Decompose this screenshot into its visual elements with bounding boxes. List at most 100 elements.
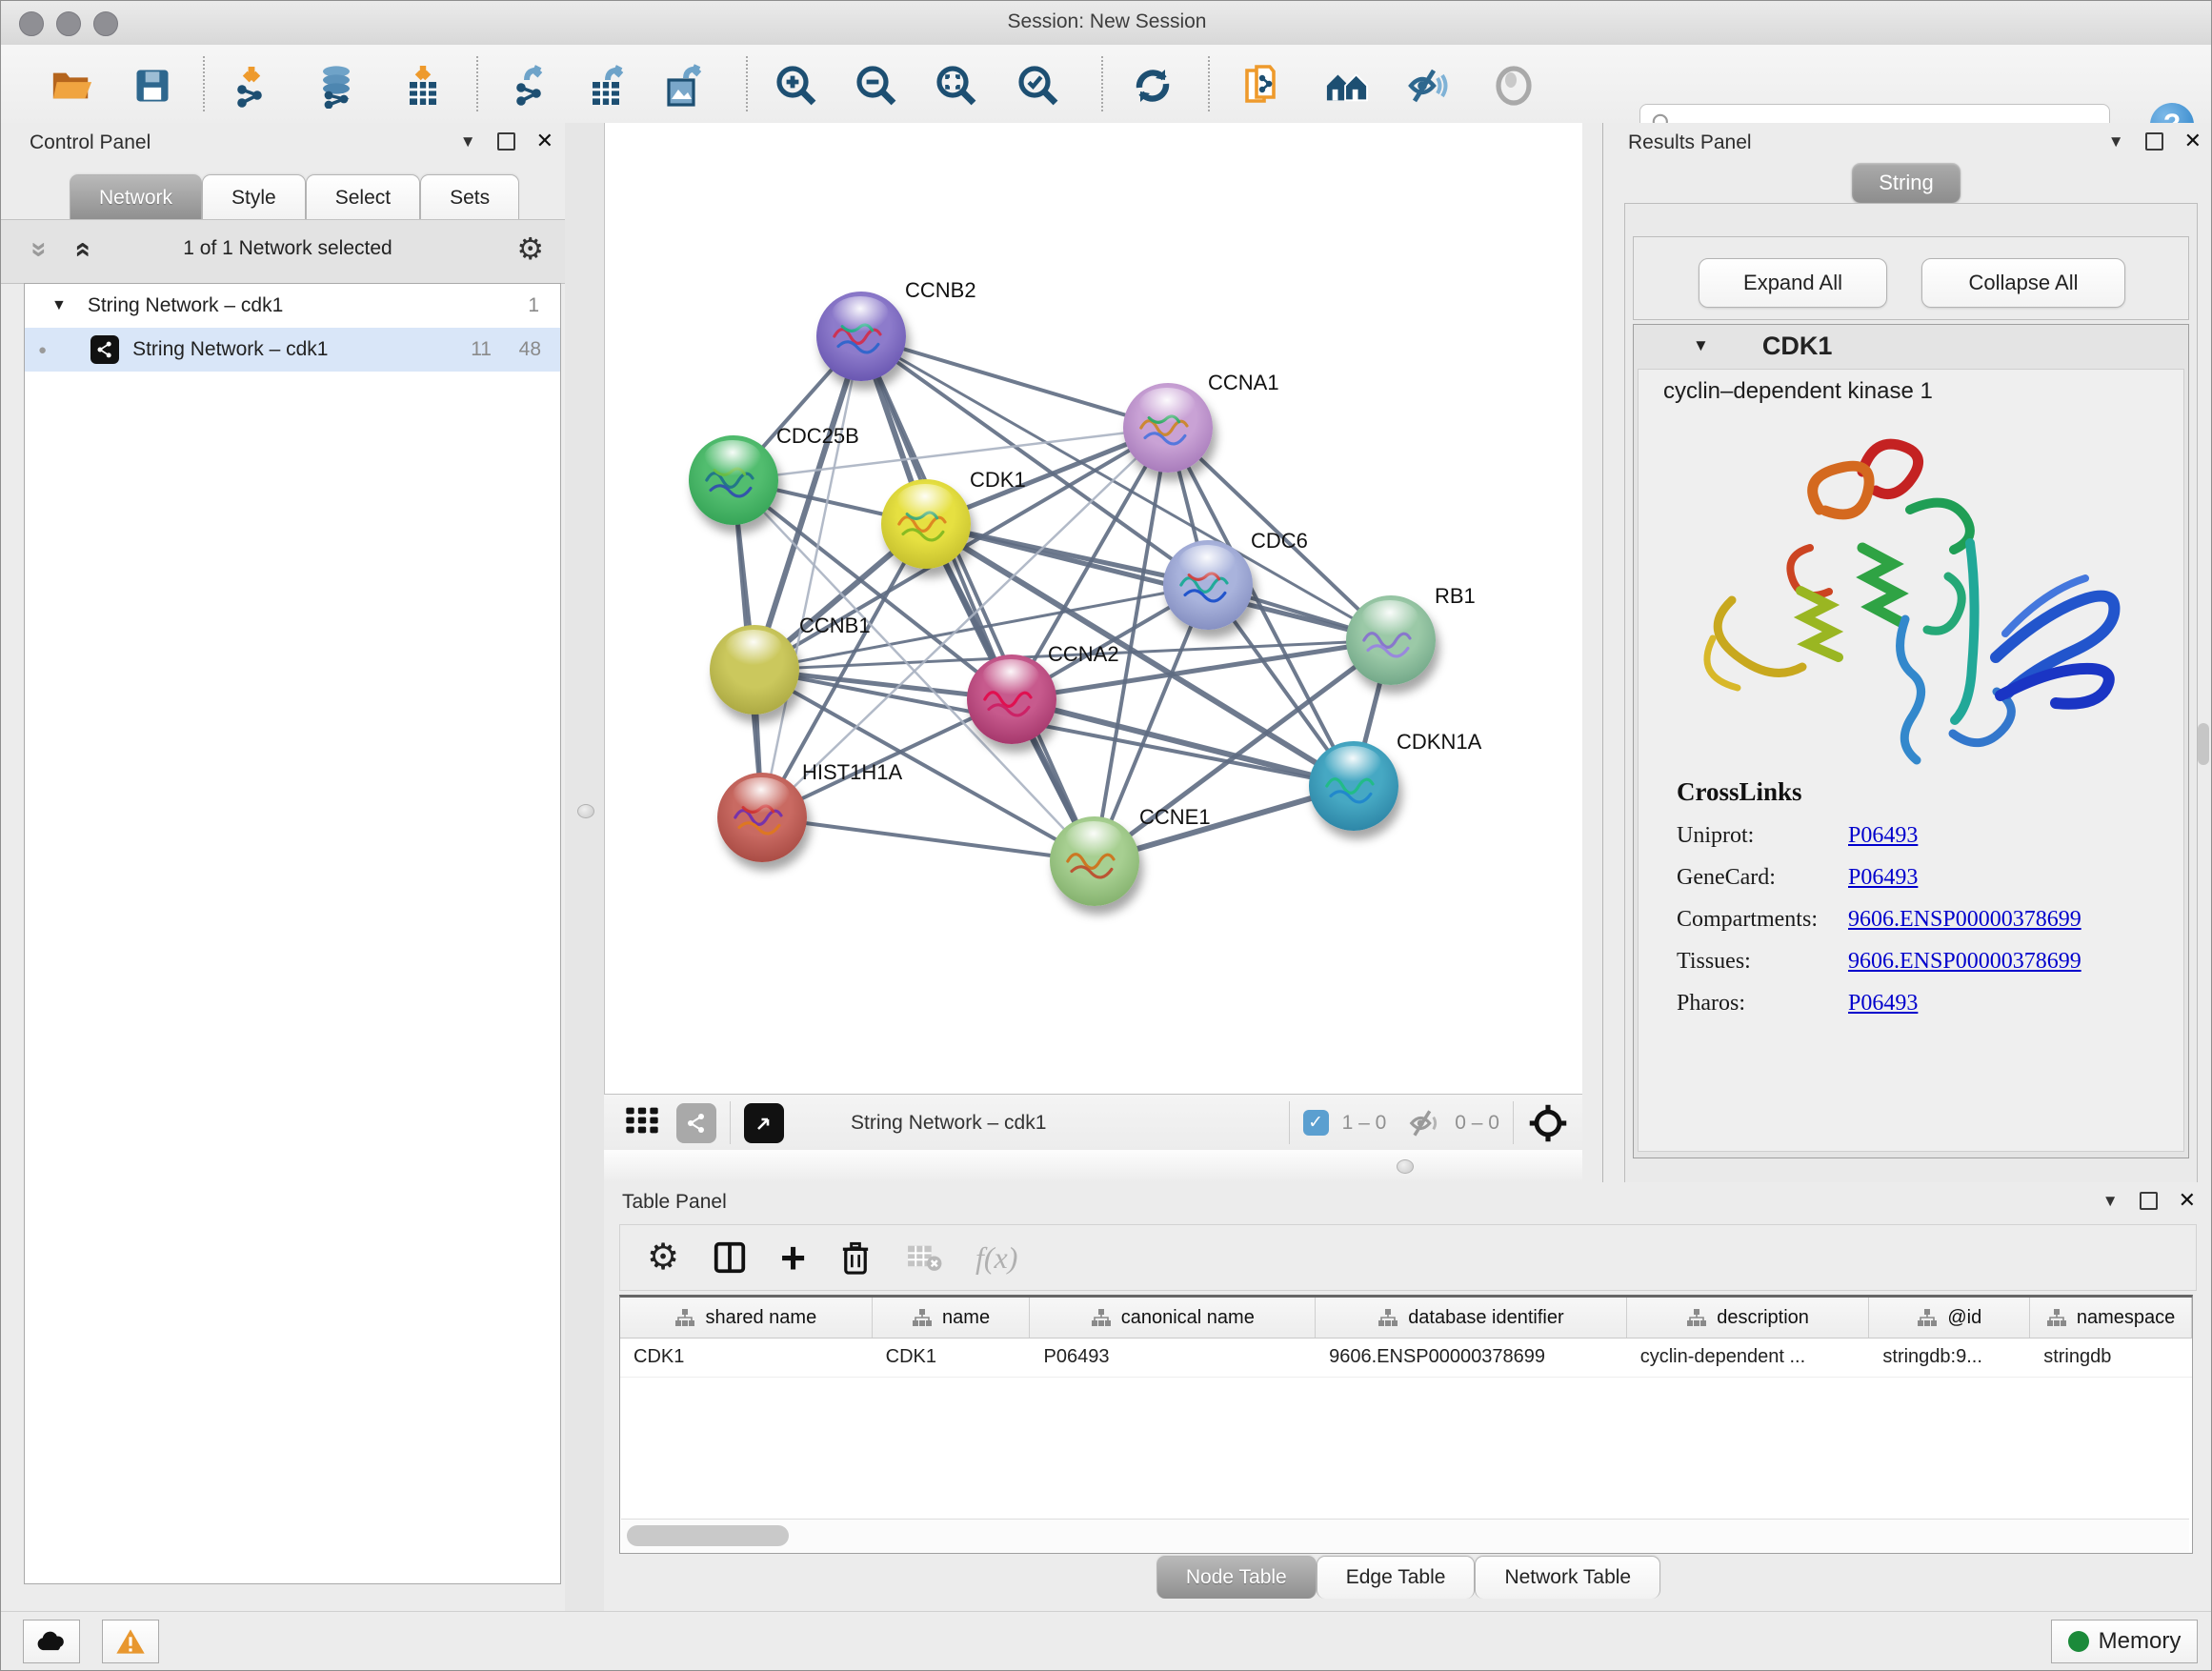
birds-eye-view-button[interactable] [744, 1103, 784, 1143]
clone-network-button[interactable] [1239, 61, 1289, 111]
import-network-button[interactable] [227, 61, 276, 111]
panel-close-icon[interactable]: ✕ [2184, 131, 2202, 151]
show-graphics-details-button[interactable] [1489, 61, 1538, 111]
selected-checkbox-icon[interactable]: ✓ [1303, 1110, 1329, 1136]
node-CCNE1[interactable] [1050, 816, 1139, 906]
collapse-all-button[interactable]: Collapse All [1921, 258, 2125, 308]
crosslink-link[interactable]: P06493 [1848, 865, 1918, 891]
tree-expanded-icon[interactable]: ▼ [51, 297, 67, 314]
panel-close-icon[interactable]: ✕ [2179, 1190, 2196, 1211]
tab-node-table[interactable]: Node Table [1156, 1556, 1317, 1599]
table-row[interactable]: CDK1CDK1P064939606.ENSP00000378699cyclin… [620, 1339, 2192, 1378]
table-horizontal-scrollbar[interactable] [621, 1519, 2189, 1552]
network-canvas[interactable]: CCNB2CCNA1CDC25BCDK1CDC6RB1CCNB1CCNA2CDK… [604, 123, 1583, 1094]
crosslink-link[interactable]: 9606.ENSP00000378699 [1848, 949, 2081, 975]
gene-section-header[interactable]: ▼ CDK1 [1634, 325, 2188, 367]
table-options-gear-icon[interactable]: ⚙ [647, 1239, 679, 1276]
table-toolbar: ⚙ + f(x) [619, 1224, 2197, 1291]
export-image-button[interactable] [659, 61, 709, 111]
node-CCNB1[interactable] [710, 625, 799, 715]
node-CDKN1A[interactable] [1309, 741, 1398, 831]
show-all-networks-button[interactable] [1322, 61, 1372, 111]
tab-network-table[interactable]: Network Table [1475, 1556, 1660, 1599]
export-network-button[interactable] [506, 61, 555, 111]
zoom-selected-button[interactable] [1014, 61, 1063, 111]
table-cell[interactable]: CDK1 [620, 1339, 873, 1377]
table-panel-title: Table Panel [622, 1191, 727, 1214]
import-network-from-database-button[interactable] [312, 61, 361, 111]
network-options-gear-icon[interactable]: ⚙ [516, 233, 544, 264]
zoom-out-button[interactable] [852, 61, 901, 111]
node-CDC6[interactable] [1163, 540, 1253, 630]
column-header--id[interactable]: @id [1869, 1298, 2030, 1338]
crosslink-link[interactable]: P06493 [1848, 823, 1918, 849]
horizontal-splitter-handle[interactable] [1397, 1159, 1414, 1174]
column-header-name[interactable]: name [873, 1298, 1031, 1338]
column-header-shared-name[interactable]: shared name [620, 1298, 873, 1338]
panel-menu-icon[interactable]: ▼ [2108, 133, 2124, 150]
tab-sets[interactable]: Sets [420, 174, 519, 220]
node-CCNB2[interactable] [816, 292, 906, 381]
table-cell[interactable]: P06493 [1030, 1339, 1316, 1377]
expand-all-button[interactable]: Expand All [1699, 258, 1887, 308]
table-cell[interactable]: cyclin-dependent ... [1627, 1339, 1870, 1377]
zoom-fit-button[interactable] [932, 61, 981, 111]
node-CDC25B[interactable] [689, 435, 778, 525]
tab-network[interactable]: Network [70, 174, 202, 220]
hide-graphics-details-button[interactable] [1403, 61, 1453, 111]
table-cell[interactable]: stringdb [2030, 1339, 2192, 1377]
column-header-canonical-name[interactable]: canonical name [1030, 1298, 1316, 1338]
zoom-in-button[interactable] [772, 61, 821, 111]
warnings-button[interactable] [102, 1620, 159, 1663]
tab-edge-table[interactable]: Edge Table [1317, 1556, 1476, 1599]
column-header-description[interactable]: description [1627, 1298, 1870, 1338]
section-collapse-icon[interactable]: ▼ [1693, 336, 1709, 355]
panel-float-icon[interactable] [2145, 132, 2163, 151]
table-cell[interactable]: 9606.ENSP00000378699 [1316, 1339, 1627, 1377]
open-session-button[interactable] [47, 61, 96, 111]
node-CDK1[interactable] [881, 479, 971, 569]
panel-float-icon[interactable] [497, 132, 515, 151]
panel-menu-icon[interactable]: ▼ [2102, 1193, 2119, 1209]
tab-string[interactable]: String [1852, 163, 1961, 203]
cloud-status-button[interactable] [23, 1620, 80, 1663]
tab-select[interactable]: Select [306, 174, 420, 220]
left-splitter-handle[interactable] [577, 804, 594, 818]
node-CCNA2[interactable] [967, 654, 1056, 744]
show-columns-icon[interactable] [712, 1239, 748, 1276]
network-row-selected[interactable]: ● String Network – cdk1 11 48 [25, 328, 560, 372]
memory-button[interactable]: Memory [2051, 1620, 2198, 1663]
table-cell[interactable]: stringdb:9... [1869, 1339, 2030, 1377]
warning-triangle-icon [115, 1628, 146, 1655]
show-grid-button[interactable] [623, 1101, 661, 1144]
collapse-all-icon[interactable]: » [25, 242, 53, 258]
node-RB1[interactable] [1346, 595, 1436, 685]
refresh-button[interactable] [1128, 61, 1177, 111]
panel-close-icon[interactable]: ✕ [536, 131, 553, 151]
node-CCNA1[interactable] [1123, 383, 1213, 473]
import-table-button[interactable] [398, 61, 448, 111]
hidden-eye-icon[interactable] [1407, 1105, 1443, 1141]
pan-crosshair-icon[interactable] [1527, 1102, 1569, 1144]
add-column-icon[interactable]: + [780, 1240, 806, 1276]
crosslink-link[interactable]: 9606.ENSP00000378699 [1848, 907, 2081, 933]
export-table-button[interactable] [583, 61, 633, 111]
table-cell[interactable]: CDK1 [873, 1339, 1031, 1377]
crosslink-link[interactable]: P06493 [1848, 991, 1918, 1017]
panel-menu-icon[interactable]: ▼ [460, 133, 476, 150]
scrollbar-thumb[interactable] [627, 1525, 789, 1546]
network-overview-button[interactable] [676, 1103, 716, 1143]
node-HIST1H1A[interactable] [717, 773, 807, 862]
column-header-namespace[interactable]: namespace [2030, 1298, 2192, 1338]
left-splitter[interactable] [565, 123, 604, 1611]
save-session-button[interactable] [128, 61, 177, 111]
column-header-database-identifier[interactable]: database identifier [1316, 1298, 1627, 1338]
node-attribute-table[interactable]: shared namenamecanonical namedatabase id… [619, 1295, 2193, 1554]
expand-all-icon[interactable]: » [67, 242, 95, 258]
tab-style[interactable]: Style [202, 174, 306, 220]
delete-column-trash-icon[interactable] [838, 1239, 873, 1276]
network-collection-row[interactable]: ▼ String Network – cdk1 1 [25, 284, 560, 328]
panel-float-icon[interactable] [2140, 1192, 2158, 1210]
results-scrollbar-thumb[interactable] [2198, 723, 2209, 765]
toolbar-separator [1101, 56, 1103, 111]
